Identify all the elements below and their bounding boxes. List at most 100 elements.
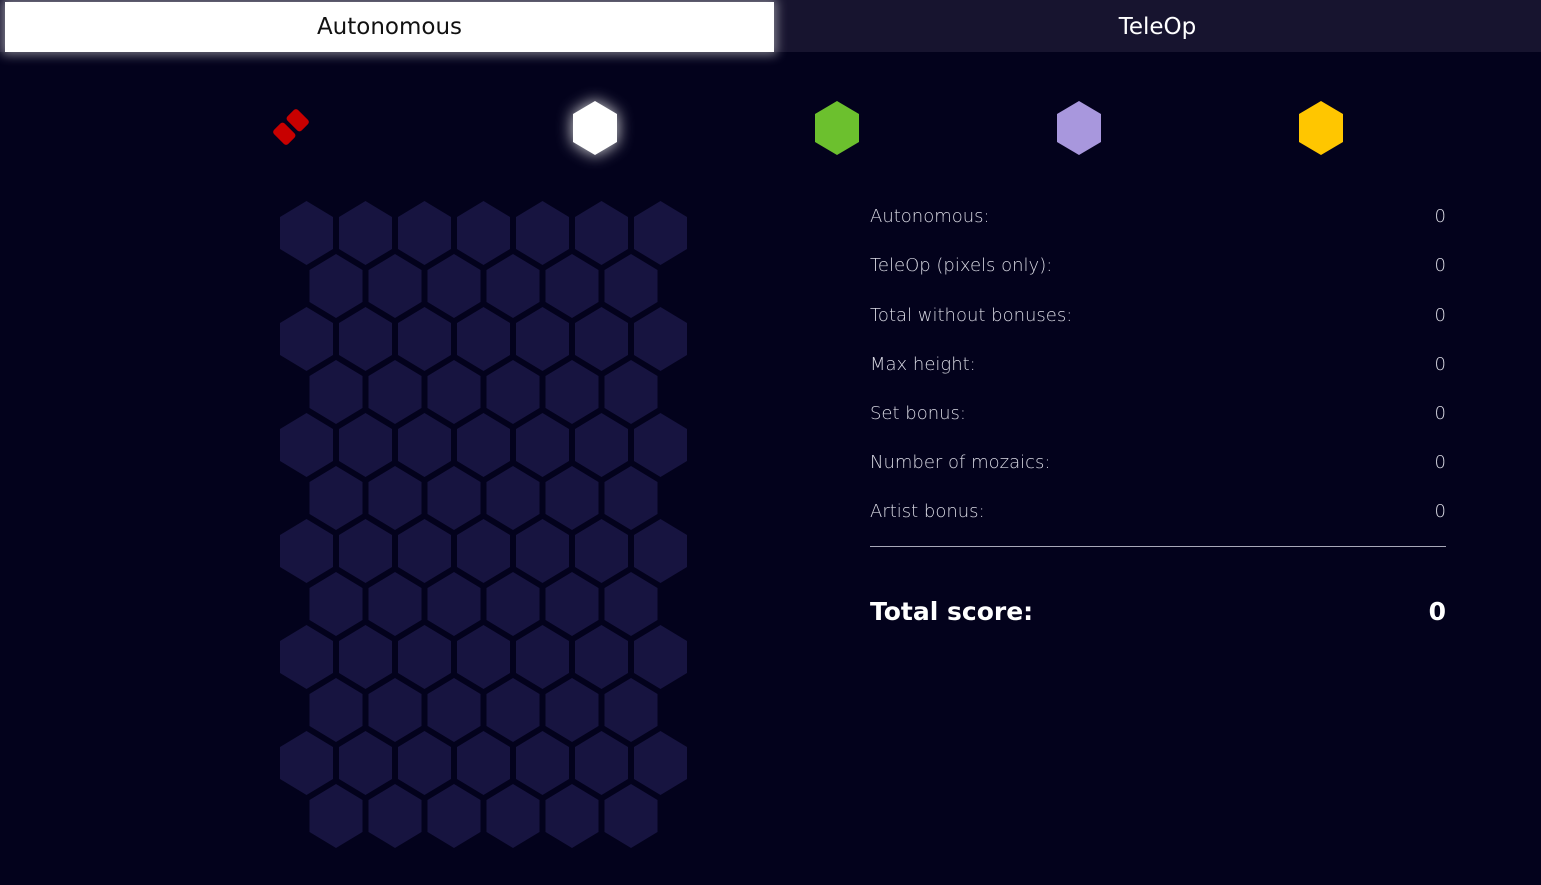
board-cell-r7-c7[interactable] — [634, 519, 687, 583]
tab-autonomous[interactable]: Autonomous — [5, 2, 774, 52]
board-cell-r1-c6[interactable] — [575, 201, 628, 265]
score-label: Artist bonus: — [870, 500, 985, 522]
board-cell-r12-c5[interactable] — [545, 784, 599, 848]
board-cell-r7-c5[interactable] — [516, 519, 569, 583]
board-cell-r5-c2[interactable] — [339, 413, 392, 477]
mode-tabs: Autonomous TeleOp — [0, 0, 1541, 52]
board-cell-r6-c1[interactable] — [309, 466, 363, 530]
board-cell-r6-c2[interactable] — [368, 466, 422, 530]
board-cell-r11-c6[interactable] — [575, 731, 628, 795]
board-cell-r11-c2[interactable] — [339, 731, 392, 795]
score-row-autonomous: Autonomous: 0 — [870, 203, 1446, 229]
score-value: 0 — [1434, 402, 1446, 424]
board-cell-r6-c5[interactable] — [545, 466, 599, 530]
board-cell-r9-c4[interactable] — [457, 625, 510, 689]
score-value: 0 — [1434, 451, 1446, 473]
board-cell-r1-c5[interactable] — [516, 201, 569, 265]
board-cell-r4-c5[interactable] — [545, 360, 599, 424]
board-cell-r11-c7[interactable] — [634, 731, 687, 795]
board-cell-r8-c4[interactable] — [486, 572, 540, 636]
score-label: Max height: — [870, 353, 976, 375]
board-cell-r3-c2[interactable] — [339, 307, 392, 371]
board-cell-r9-c1[interactable] — [280, 625, 333, 689]
board-cell-r2-c1[interactable] — [309, 254, 363, 318]
eraser-tool-icon[interactable] — [268, 104, 314, 150]
board-cell-r7-c1[interactable] — [280, 519, 333, 583]
board-cell-r1-c2[interactable] — [339, 201, 392, 265]
board-cell-r4-c2[interactable] — [368, 360, 422, 424]
white-pixel-icon[interactable] — [572, 101, 618, 155]
board-cell-r11-c4[interactable] — [457, 731, 510, 795]
board-cell-r11-c5[interactable] — [516, 731, 569, 795]
board-cell-r10-c4[interactable] — [486, 678, 540, 742]
board-cell-r4-c1[interactable] — [309, 360, 363, 424]
board-cell-r10-c3[interactable] — [427, 678, 481, 742]
board-cell-r1-c4[interactable] — [457, 201, 510, 265]
pixel-backdrop-board — [280, 201, 687, 848]
board-cell-r8-c2[interactable] — [368, 572, 422, 636]
board-cell-r4-c4[interactable] — [486, 360, 540, 424]
board-cell-r11-c1[interactable] — [280, 731, 333, 795]
board-cell-r6-c6[interactable] — [604, 466, 658, 530]
yellow-pixel-icon[interactable] — [1298, 101, 1344, 155]
board-cell-r1-c3[interactable] — [398, 201, 451, 265]
board-cell-r2-c4[interactable] — [486, 254, 540, 318]
score-row-total-without-bonuses: Total without bonuses: 0 — [870, 302, 1446, 328]
board-cell-r5-c1[interactable] — [280, 413, 333, 477]
board-cell-r1-c1[interactable] — [280, 201, 333, 265]
board-cell-r2-c5[interactable] — [545, 254, 599, 318]
board-cell-r12-c1[interactable] — [309, 784, 363, 848]
board-cell-r10-c6[interactable] — [604, 678, 658, 742]
purple-pixel-icon[interactable] — [1056, 101, 1102, 155]
board-cell-r5-c7[interactable] — [634, 413, 687, 477]
board-cell-r7-c2[interactable] — [339, 519, 392, 583]
board-cell-r9-c5[interactable] — [516, 625, 569, 689]
board-cell-r11-c3[interactable] — [398, 731, 451, 795]
board-cell-r9-c6[interactable] — [575, 625, 628, 689]
board-cell-r3-c3[interactable] — [398, 307, 451, 371]
board-cell-r8-c6[interactable] — [604, 572, 658, 636]
board-cell-r9-c2[interactable] — [339, 625, 392, 689]
board-cell-r8-c5[interactable] — [545, 572, 599, 636]
board-cell-r5-c5[interactable] — [516, 413, 569, 477]
score-row-artist-bonus: Artist bonus: 0 — [870, 498, 1446, 524]
score-row-set-bonus: Set bonus: 0 — [870, 400, 1446, 426]
score-value: 0 — [1434, 304, 1446, 326]
board-cell-r3-c1[interactable] — [280, 307, 333, 371]
board-cell-r8-c1[interactable] — [309, 572, 363, 636]
board-cell-r3-c6[interactable] — [575, 307, 628, 371]
board-cell-r2-c3[interactable] — [427, 254, 481, 318]
board-cell-r4-c3[interactable] — [427, 360, 481, 424]
board-cell-r12-c4[interactable] — [486, 784, 540, 848]
board-cell-r10-c1[interactable] — [309, 678, 363, 742]
board-cell-r1-c7[interactable] — [634, 201, 687, 265]
tab-teleop[interactable]: TeleOp — [774, 2, 1541, 52]
board-cell-r9-c3[interactable] — [398, 625, 451, 689]
board-cell-r7-c4[interactable] — [457, 519, 510, 583]
green-pixel-icon[interactable] — [814, 101, 860, 155]
board-cell-r10-c5[interactable] — [545, 678, 599, 742]
board-cell-r7-c6[interactable] — [575, 519, 628, 583]
score-row-max-height: Max height: 0 — [870, 351, 1446, 377]
score-label: Autonomous: — [870, 205, 990, 227]
board-cell-r3-c4[interactable] — [457, 307, 510, 371]
board-cell-r5-c3[interactable] — [398, 413, 451, 477]
board-cell-r12-c2[interactable] — [368, 784, 422, 848]
board-cell-r2-c2[interactable] — [368, 254, 422, 318]
board-cell-r12-c6[interactable] — [604, 784, 658, 848]
board-cell-r6-c4[interactable] — [486, 466, 540, 530]
board-cell-r3-c7[interactable] — [634, 307, 687, 371]
board-cell-r10-c2[interactable] — [368, 678, 422, 742]
board-cell-r8-c3[interactable] — [427, 572, 481, 636]
board-cell-r5-c4[interactable] — [457, 413, 510, 477]
board-cell-r2-c6[interactable] — [604, 254, 658, 318]
board-cell-r6-c3[interactable] — [427, 466, 481, 530]
total-score-label: Total score: — [870, 596, 1034, 626]
score-value: 0 — [1434, 353, 1446, 375]
board-cell-r4-c6[interactable] — [604, 360, 658, 424]
board-cell-r9-c7[interactable] — [634, 625, 687, 689]
board-cell-r7-c3[interactable] — [398, 519, 451, 583]
board-cell-r3-c5[interactable] — [516, 307, 569, 371]
board-cell-r5-c6[interactable] — [575, 413, 628, 477]
board-cell-r12-c3[interactable] — [427, 784, 481, 848]
